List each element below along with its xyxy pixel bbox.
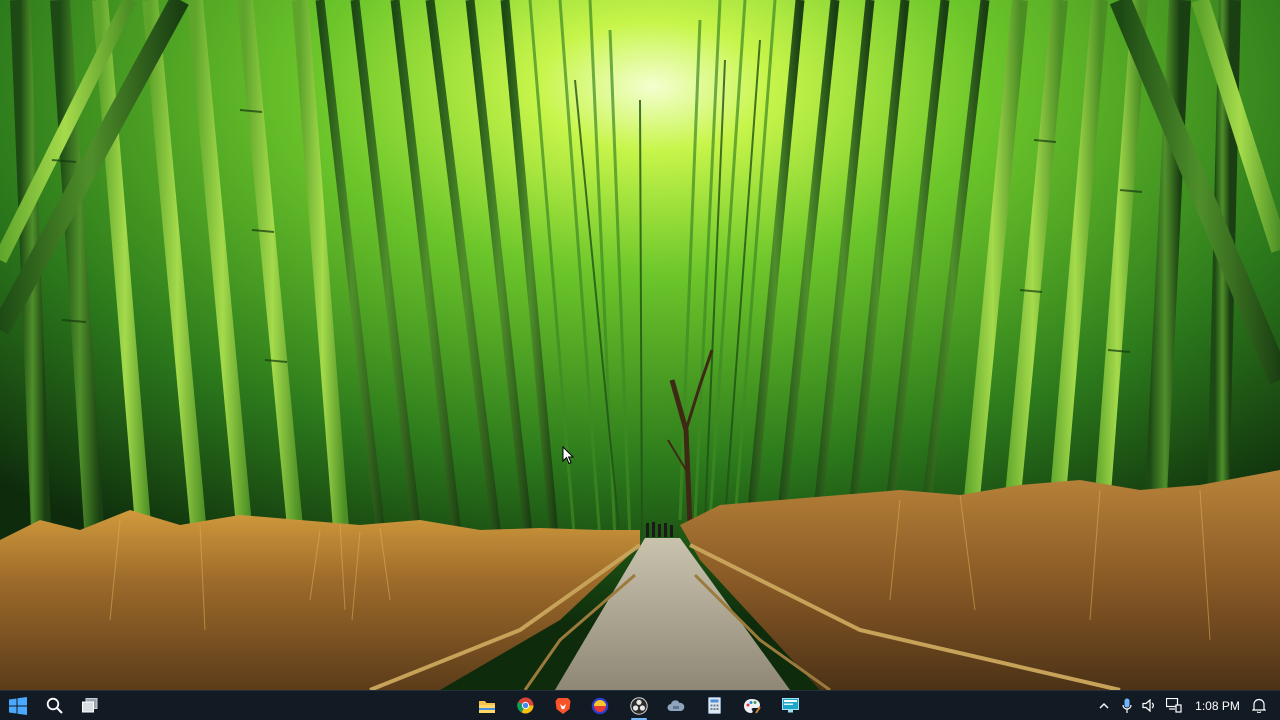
start-button[interactable] (4, 691, 32, 720)
network-tray-button[interactable] (1164, 691, 1184, 720)
taskbar-app-cloud[interactable] (658, 691, 694, 720)
volume-tray-button[interactable] (1140, 691, 1158, 720)
microphone-tray-button[interactable] (1119, 691, 1135, 720)
monitor-app-icon (781, 698, 799, 713)
calculator-icon (707, 697, 721, 714)
cloud-app-icon (667, 699, 685, 711)
mouse-cursor-icon (562, 446, 574, 465)
taskbar-app-paint[interactable] (734, 691, 770, 720)
chevron-up-icon (1099, 703, 1109, 709)
task-view-button[interactable] (76, 691, 104, 720)
taskbar: 1:08 PM (0, 690, 1280, 720)
taskbar-app-circle[interactable] (582, 691, 618, 720)
notifications-button[interactable] (1248, 691, 1270, 720)
folder-icon (479, 700, 495, 713)
brave-lion-icon (555, 697, 571, 714)
show-hidden-icons-button[interactable] (1096, 691, 1112, 720)
taskbar-app-file-explorer[interactable] (469, 691, 505, 720)
microphone-icon (1122, 698, 1132, 713)
speaker-icon (1142, 699, 1154, 712)
bell-icon (1252, 698, 1266, 713)
obs-icon (630, 696, 648, 715)
bamboo-forest-wallpaper (0, 0, 1280, 720)
taskbar-app-monitor[interactable] (772, 691, 808, 720)
taskbar-clock[interactable]: 1:08 PM (1190, 691, 1245, 720)
windows-logo-icon (9, 696, 27, 715)
search-button[interactable] (40, 691, 68, 720)
circle-app-icon (591, 697, 609, 714)
paint-palette-icon (744, 698, 761, 714)
search-icon (46, 697, 63, 714)
chrome-icon (516, 697, 533, 714)
desktop: 1:08 PM (0, 0, 1280, 720)
network-icon (1166, 698, 1182, 713)
taskbar-app-obs[interactable] (621, 691, 657, 720)
taskbar-app-calculator[interactable] (696, 691, 732, 720)
task-view-icon (82, 698, 98, 713)
taskbar-app-brave[interactable] (545, 691, 581, 720)
taskbar-app-chrome[interactable] (507, 691, 543, 720)
